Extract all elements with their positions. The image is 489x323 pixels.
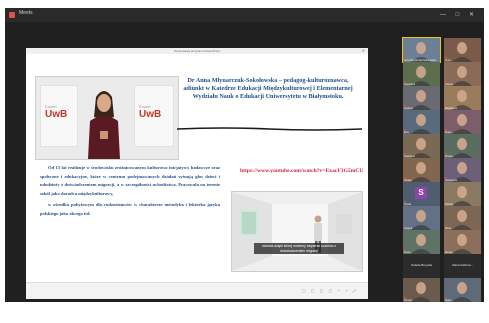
participant-tile[interactable]: Marta xyxy=(444,206,481,230)
participant-tile[interactable]: Monika xyxy=(444,134,481,158)
participant-tile[interactable]: Beata xyxy=(444,110,481,134)
video-thumbnail[interactable]: metoda dzięki której możemy wspierać ucz… xyxy=(231,191,363,272)
participant-name: Ulana Kalinow... xyxy=(451,263,474,267)
participant-name: Izabela Borycka xyxy=(410,263,433,267)
title-bar: Meets — □ ✕ xyxy=(5,8,484,22)
participant-tile[interactable]: Renata xyxy=(403,278,440,302)
participant-tile[interactable]: Ewa xyxy=(403,110,440,134)
speaker-photo: Expert UwB Expert UwB xyxy=(35,76,179,160)
view-controls[interactable]: ▢ ▢ ▢ ▢ ─ + ⤢ xyxy=(302,288,358,293)
participant-tile[interactable]: Anna Młynarczuk-Sokołowska xyxy=(402,37,441,63)
slide-paragraph: Od 15 lat realizuje w środowisku zróżnic… xyxy=(40,165,220,196)
powerpoint-status-bar: ▢ ▢ ▢ ▢ ─ + ⤢ xyxy=(26,282,368,299)
participant-tile[interactable]: Agnieszka xyxy=(403,62,440,86)
participant-name: Agata xyxy=(445,299,452,302)
participant-tile[interactable]: Agata xyxy=(444,278,481,302)
meeting-window: Meets — □ ✕ Prezentacja programu PowerPo… xyxy=(5,8,484,302)
participant-tile[interactable]: Justyna xyxy=(403,206,440,230)
participant-name: Renata xyxy=(404,299,412,302)
speaker-figure xyxy=(88,91,120,159)
powerpoint-title: Prezentacja programu PowerPoint xyxy=(174,49,220,53)
participant-tile[interactable]: S Sylwia xyxy=(403,182,440,206)
brand-panel-right: Expert UwB xyxy=(134,85,174,147)
participant-tile[interactable]: Dorota xyxy=(444,230,481,254)
participant-tile[interactable]: Karolina xyxy=(403,86,440,110)
slide-body-text: Od 15 lat realizuje w środowisku zróżnic… xyxy=(40,164,220,222)
video-background xyxy=(232,192,362,271)
slide-paragraph: w ośrodku pobytowym dla cudzoziemców w c… xyxy=(40,202,220,216)
youtube-link[interactable]: https://www.youtube.com/watch?v=ExacF3G5… xyxy=(240,168,363,175)
shared-powerpoint-window: Prezentacja programu PowerPoint ✕ Expert… xyxy=(26,48,368,299)
participant-tile[interactable]: Iwona xyxy=(403,230,440,254)
participant-tile[interactable]: Magdalena xyxy=(444,86,481,110)
window-controls[interactable]: — □ ✕ xyxy=(440,11,478,18)
app-name: Meets xyxy=(19,10,33,16)
slide-title: Dr Anna Młynarczuk-Sokołowska – pedagog-… xyxy=(183,77,353,100)
participant-gallery: Anna Młynarczuk-Sokołowska Anna Agnieszka J… xyxy=(402,37,484,302)
participant-tile[interactable]: Aleksandra xyxy=(444,158,481,182)
participant-tile[interactable]: Katarzyna xyxy=(403,134,440,158)
participant-tile[interactable]: Anna xyxy=(444,38,481,62)
participant-tile[interactable]: Natalia xyxy=(403,158,440,182)
title-underline xyxy=(177,127,362,131)
video-stage: metoda dzięki której możemy wspierać ucz… xyxy=(232,192,362,271)
participant-tile[interactable]: Paulina xyxy=(444,182,481,206)
brand-panel-left: Expert UwB xyxy=(40,85,78,147)
participant-avatar: S xyxy=(415,187,427,199)
app-icon xyxy=(9,12,15,18)
participant-tile[interactable]: Izabela Borycka xyxy=(403,254,440,278)
video-caption: metoda dzięki której możemy wspierać ucz… xyxy=(254,243,344,255)
screen-share-area: Prezentacja programu PowerPoint ✕ Expert… xyxy=(5,22,400,302)
brand-logo-left: Expert UwB xyxy=(45,104,68,120)
participant-tile[interactable]: Ulana Kalinow... xyxy=(444,254,481,278)
slide: Expert UwB Expert UwB Dr Anna Młynarczuk-S… xyxy=(26,54,368,282)
brand-logo-right: Expert UwB xyxy=(139,104,162,120)
participant-tile[interactable]: Joanna xyxy=(444,62,481,86)
